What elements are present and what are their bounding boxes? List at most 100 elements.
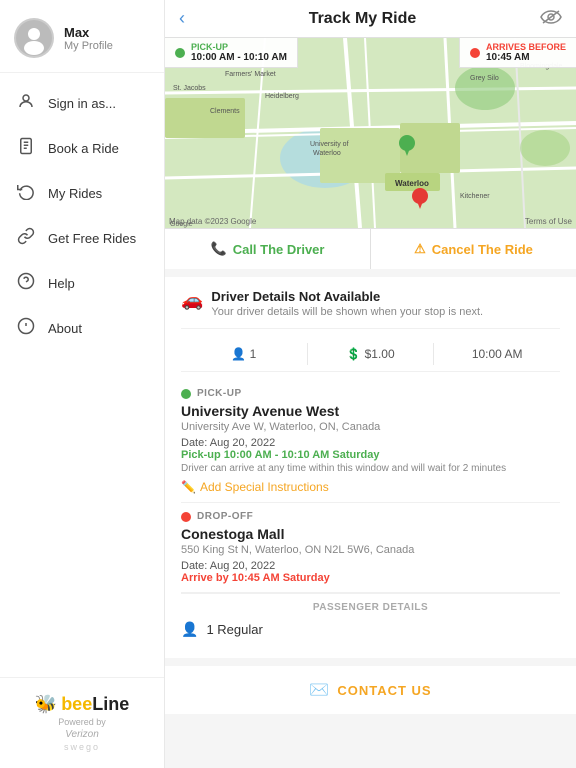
sign-in-icon <box>16 92 36 115</box>
cancel-ride-label: Cancel The Ride <box>432 242 533 257</box>
svg-text:Waterloo: Waterloo <box>313 150 341 157</box>
call-driver-button[interactable]: 📞 Call The Driver <box>165 229 371 269</box>
stat-cost: 💲 $1.00 <box>308 343 435 365</box>
stat-cost-value: $1.00 <box>365 347 395 361</box>
svg-text:University of: University of <box>310 141 349 148</box>
driver-unavail-row: 🚗 Driver Details Not Available Your driv… <box>181 289 560 329</box>
add-instructions-button[interactable]: ✏️ Add Special Instructions <box>181 480 560 494</box>
stat-time-value: 10:00 AM <box>472 347 523 361</box>
pickup-time: 10:00 AM - 10:10 AM <box>191 52 287 63</box>
about-icon <box>16 317 36 340</box>
stat-time: 10:00 AM <box>434 343 560 365</box>
arrives-banner: ARRIVES BEFORE 10:45 AM <box>459 38 576 68</box>
pickup-type-label: PICK-UP <box>197 388 242 399</box>
sidebar-label-book-ride: Book a Ride <box>48 141 119 156</box>
pickup-banner: PICK-UP 10:00 AM - 10:10 AM <box>165 38 298 68</box>
powered-by-label: Powered by <box>58 717 106 727</box>
profile-text: Max My Profile <box>64 25 113 52</box>
contact-label: CONTACT US <box>337 683 431 698</box>
passenger-header: PASSENGER DETAILS <box>181 594 560 617</box>
pickup-address: University Ave W, Waterloo, ON, Canada <box>181 421 560 433</box>
dropoff-time: Arrive by 10:45 AM Saturday <box>181 572 560 584</box>
stat-passengers: 👤 1 <box>181 343 308 365</box>
dropoff-dot <box>181 512 191 522</box>
passenger-section: PASSENGER DETAILS 👤 1 Regular <box>181 593 560 646</box>
bee-logo-text: beeLine <box>61 694 129 715</box>
pickup-label: PICK-UP <box>191 42 287 52</box>
svg-text:Heidelberg: Heidelberg <box>265 93 299 100</box>
sidebar-item-my-rides[interactable]: My Rides <box>0 171 164 216</box>
free-rides-icon <box>16 227 36 250</box>
dropoff-address: 550 King St N, Waterloo, ON N2L 5W6, Can… <box>181 544 560 556</box>
top-header: ‹ Track My Ride <box>165 0 576 38</box>
pickup-section: PICK-UP University Avenue West Universit… <box>181 380 560 503</box>
sidebar-label-sign-in: Sign in as... <box>48 96 116 111</box>
dropoff-stop-header: DROP-OFF <box>181 511 560 522</box>
arrives-indicator <box>470 48 480 58</box>
dropoff-section: DROP-OFF Conestoga Mall 550 King St N, W… <box>181 503 560 593</box>
pickup-date: Date: Aug 20, 2022 <box>181 437 560 449</box>
stat-passengers-value: 1 <box>250 347 257 361</box>
main-content: ‹ Track My Ride <box>165 0 576 768</box>
sidebar-item-about[interactable]: About <box>0 306 164 351</box>
sidebar-label-help: Help <box>48 276 75 291</box>
svg-text:Clements: Clements <box>210 108 240 115</box>
sidebar-footer: 🐝 beeLine Powered by Verizon swego <box>0 677 164 768</box>
pickup-dot <box>181 389 191 399</box>
sidebar-label-my-rides: My Rides <box>48 186 102 201</box>
bee-icon: 🐝 <box>35 694 57 715</box>
driver-text-group: Driver Details Not Available Your driver… <box>211 289 483 318</box>
my-rides-icon <box>16 182 36 205</box>
pickup-name: University Avenue West <box>181 403 560 419</box>
bottom-spacer <box>165 714 576 754</box>
pencil-icon: ✏️ <box>181 480 196 494</box>
map-attribution: Map data ©2023 Google <box>169 217 256 226</box>
contact-envelope-icon: ✉️ <box>309 680 329 700</box>
passenger-row: 👤 1 Regular <box>181 617 560 646</box>
cancel-ride-button[interactable]: ⚠ Cancel The Ride <box>371 229 576 269</box>
action-bar: 📞 Call The Driver ⚠ Cancel The Ride <box>165 228 576 269</box>
cancel-icon: ⚠ <box>414 241 426 257</box>
contact-bar[interactable]: ✉️ CONTACT US <box>165 666 576 714</box>
svg-text:Kitchener: Kitchener <box>460 193 490 200</box>
svg-text:Waterloo: Waterloo <box>395 179 429 188</box>
dropoff-name: Conestoga Mall <box>181 526 560 542</box>
sidebar-label-about: About <box>48 321 82 336</box>
arrives-time: 10:45 AM <box>486 52 566 63</box>
visibility-icon[interactable] <box>540 8 562 29</box>
bee-logo: 🐝 beeLine <box>35 694 129 715</box>
sidebar-item-help[interactable]: Help <box>0 261 164 306</box>
person-stat-icon: 👤 <box>231 347 249 361</box>
call-driver-label: Call The Driver <box>233 242 325 257</box>
svg-text:St. Jacobs: St. Jacobs <box>173 85 206 92</box>
svg-text:Grey Silo: Grey Silo <box>470 75 499 82</box>
map-terms: Terms of Use <box>525 217 572 226</box>
pickup-indicator <box>175 48 185 58</box>
dropoff-date: Date: Aug 20, 2022 <box>181 560 560 572</box>
sidebar-item-book-ride[interactable]: Book a Ride <box>0 126 164 171</box>
pickup-note: Driver can arrive at any time within thi… <box>181 463 560 474</box>
help-icon <box>16 272 36 295</box>
book-ride-icon <box>16 137 36 160</box>
dropoff-type-label: DROP-OFF <box>197 511 253 522</box>
profile-sub: My Profile <box>64 40 113 52</box>
profile-name: Max <box>64 25 113 40</box>
sub-brand: swego <box>64 742 100 752</box>
sidebar-item-sign-in[interactable]: Sign in as... <box>0 81 164 126</box>
cost-stat-icon: 💲 <box>346 347 364 361</box>
driver-unavail-title: Driver Details Not Available <box>211 289 483 304</box>
sidebar-label-free-rides: Get Free Rides <box>48 231 136 246</box>
profile-area[interactable]: Max My Profile <box>0 0 164 73</box>
map-container: University of Waterloo Waterloo Kitchene… <box>165 38 576 228</box>
pickup-time-range: Pick-up 10:00 AM - 10:10 AM Saturday <box>181 449 560 461</box>
nav-list: Sign in as... Book a Ride My Rides Get F… <box>0 73 164 677</box>
passenger-person-icon: 👤 <box>181 621 198 638</box>
car-icon: 🚗 <box>181 290 203 311</box>
phone-icon: 📞 <box>211 241 227 257</box>
page-title: Track My Ride <box>185 10 540 28</box>
arrives-label: ARRIVES BEFORE <box>486 42 566 52</box>
add-instructions-label: Add Special Instructions <box>200 480 329 494</box>
driver-unavail-sub: Your driver details will be shown when y… <box>211 306 483 318</box>
details-card: 🚗 Driver Details Not Available Your driv… <box>165 277 576 658</box>
sidebar-item-free-rides[interactable]: Get Free Rides <box>0 216 164 261</box>
